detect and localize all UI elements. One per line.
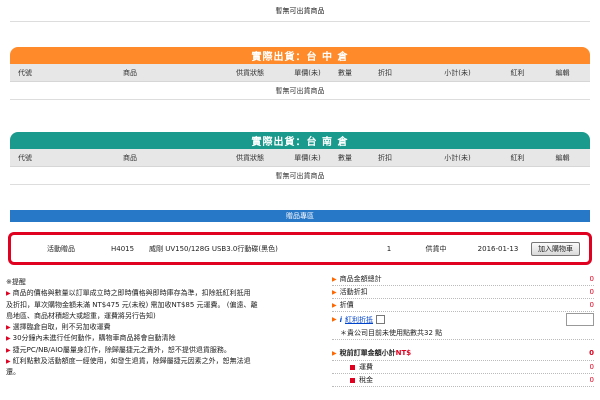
gift-qty: 1 [386,244,392,253]
bullet-icon: ▶ [6,324,11,332]
total-row: ▶ 稅前訂單金額小計NT$ 0 [332,346,594,361]
col-price: 單價(未) [294,68,321,77]
warehouse-tainan: 實際出貨：台 南 倉 代號 商品 供貨狀態 單價(未) 數量 折扣 小計(未) … [10,132,590,185]
note-line: 島地區、商品材積超大或超重，運費將另行告知) [6,311,156,320]
summary-subrow: 稅金 0 [332,374,594,387]
bonus-note: ＊貴公司目前未使用點數共32 點 [332,327,594,340]
col-qty: 數量 [338,153,352,162]
warehouse-title: 實際出貨：台 中 倉 [10,47,590,64]
summary-row: ▶ 折價 0 [332,299,594,312]
col-qty: 數量 [338,68,352,77]
summary-subrow: 運費 0 [332,361,594,374]
notes-title: ※提醒 [6,278,26,286]
bullet-icon: ▶ [6,358,11,366]
bonus-link[interactable]: 紅利折抵 [345,315,373,325]
note-line: 還。 [6,368,20,377]
square-bullet-icon [350,377,355,383]
bonus-checkbox[interactable] [376,315,386,324]
gift-status: 供貨中 [425,244,447,253]
empty-row-top: 暫無可出貨商品 [10,0,590,22]
col-edit: 編輯 [555,153,570,162]
col-product: 商品 [123,153,137,162]
note-line: ▶ 捷元PC/NB/AIO屬量身訂作，除歸屬捷元之責外，恕不提供退貨服務。 [6,345,231,354]
summary-row: ▶ 活動折扣 0 [332,286,594,299]
warehouse-taichung: 實際出貨：台 中 倉 代號 商品 供貨狀態 單價(未) 數量 折扣 小計(未) … [10,47,590,100]
col-subtotal: 小計(未) [444,68,471,77]
bullet-icon: ▶ [332,349,337,357]
add-to-cart-button[interactable]: 加入購物車 [531,241,580,256]
note-line: 及折扣，單次購物金額未滿 NT$475 元(未稅) 需加收NT$85 元運費。 … [6,300,258,309]
gift-type: 活動贈品 [47,244,75,253]
bullet-icon: ▶ [332,316,337,323]
bullet-icon: ▶ [332,301,337,309]
empty-text: 暫無可出貨商品 [275,86,325,95]
col-edit: 編輯 [555,68,570,77]
column-header-row: 代號 商品 供貨狀態 單價(未) 數量 折扣 小計(未) 紅利 編輯 [10,64,590,82]
bullet-icon: ▶ [332,288,337,296]
empty-row: 暫無可出貨商品 [10,82,590,100]
square-bullet-icon [350,364,355,370]
note-line: ▶ 商品的價格與數量以訂單成立時之即時價格與即時庫存為準，扣除抵紅利抵用 [6,289,251,298]
col-status: 供貨狀態 [236,68,264,77]
col-code: 代號 [18,68,32,77]
bullet-icon: ▶ [6,335,11,343]
summary-row: ▶ 商品金額總計 0 [332,273,594,286]
gift-row: 活動贈品 H4015 威剛 UV150/128G USB3.0行動碟(黑色) 1… [8,232,592,265]
gift-date: 2016-01-13 [477,244,519,253]
empty-text: 暫無可出貨商品 [275,6,325,15]
empty-text: 暫無可出貨商品 [275,171,325,180]
col-product: 商品 [123,68,137,77]
note-line: ▶ 選擇臨倉自取，則不另加收運費 [6,323,111,332]
bonus-points-input[interactable] [566,313,594,326]
gift-code: H4015 [111,244,135,253]
total-value: 0 [589,349,594,357]
col-subtotal: 小計(未) [444,153,471,162]
note-line: ▶ 紅利點數及活動額度一經使用，如發生退貨，除歸屬捷元因素之外，恕無法退 [6,357,251,366]
bonus-row: ▶ i 紅利折抵 [332,312,594,327]
col-price: 單價(未) [294,153,321,162]
gift-name: 威剛 UV150/128G USB3.0行動碟(黑色) [149,244,278,253]
info-icon: i [339,315,343,324]
bullet-icon: ▶ [6,290,11,298]
col-status: 供貨狀態 [236,153,264,162]
col-bonus: 紅利 [510,153,525,162]
col-discount: 折扣 [378,68,392,77]
col-discount: 折扣 [378,153,392,162]
col-bonus: 紅利 [510,68,525,77]
column-header-row: 代號 商品 供貨狀態 單價(未) 數量 折扣 小計(未) 紅利 編輯 [10,149,590,167]
empty-row: 暫無可出貨商品 [10,167,590,185]
note-line: ▶ 30分鐘內未進行任何動作，購物車商品將會自動清除 [6,334,176,343]
order-summary: ▶ 商品金額總計 0 ▶ 活動折扣 0 ▶ 折價 0 ▶ i 紅利折抵 ＊貴公司… [332,273,594,387]
gift-section-header: 贈品專區 [10,210,590,222]
col-code: 代號 [18,153,32,162]
bullet-icon: ▶ [332,275,337,283]
warehouse-title: 實際出貨：台 南 倉 [10,132,590,149]
notes-block: ※提醒 ▶ 商品的價格與數量以訂單成立時之即時價格與即時庫存為準，扣除抵紅利抵用 … [6,277,306,379]
bullet-icon: ▶ [6,346,11,354]
